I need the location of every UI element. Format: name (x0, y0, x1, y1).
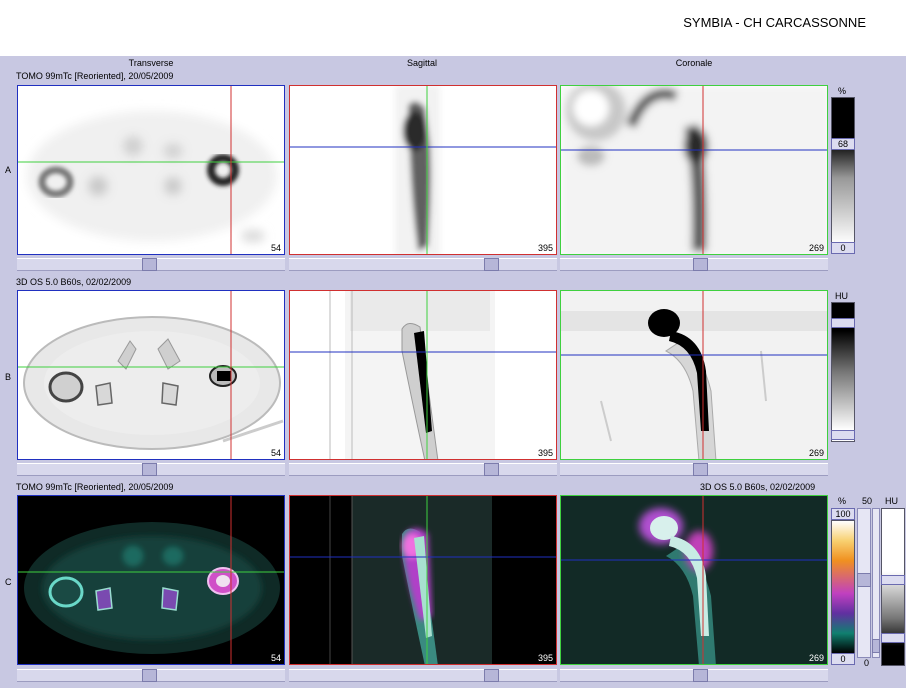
column-label-sagittal: Sagittal (406, 58, 438, 68)
slice-number: 395 (537, 243, 553, 253)
slice-number: 269 (808, 653, 824, 663)
colorbar-c-min[interactable]: 0 (831, 653, 855, 665)
slice-number: 54 (270, 448, 281, 458)
colorbar-a-level[interactable]: 68 (831, 138, 855, 150)
nm-sagittal-image (290, 86, 556, 254)
slider-a-sagittal[interactable] (289, 258, 557, 271)
slider-thumb[interactable] (142, 258, 157, 271)
header-bar: SYMBIA - CH CARCASSONNE (0, 0, 906, 56)
column-label-coronal: Coronale (675, 58, 713, 68)
blend-min: 0 (864, 658, 870, 668)
row-c-series-info-right: 3D OS 5.0 B60s, 02/02/2009 (700, 482, 816, 492)
colorbar-c-ct-lower-handle[interactable] (881, 633, 905, 643)
column-label-transverse: Transverse (128, 58, 174, 68)
slider-thumb[interactable] (142, 669, 157, 682)
row-a-label: A (5, 165, 12, 175)
slider-c-transverse[interactable] (17, 669, 285, 682)
viewport-c-transverse[interactable]: 54 (17, 495, 285, 665)
slider-thumb[interactable] (693, 463, 708, 476)
slider-b-transverse[interactable] (17, 463, 285, 476)
blend-slider-secondary[interactable] (872, 508, 880, 658)
slider-thumb[interactable] (693, 258, 708, 271)
slice-number: 54 (270, 243, 281, 253)
colorbar-b-lower-handle[interactable] (831, 430, 855, 440)
blend-slider-secondary-thumb[interactable] (872, 639, 880, 653)
colorbar-a-min[interactable]: 0 (831, 242, 855, 254)
slider-thumb[interactable] (484, 463, 499, 476)
colorbar-a-unit: % (838, 86, 847, 96)
viewport-c-sagittal[interactable]: 395 (289, 495, 557, 665)
row-b-series-info: 3D OS 5.0 B60s, 02/02/2009 (16, 277, 132, 287)
colorbar-c-ct-unit: HU (885, 496, 898, 506)
slice-number: 54 (270, 653, 281, 663)
viewport-a-transverse[interactable]: 54 (17, 85, 285, 255)
slider-b-coronal[interactable] (560, 463, 828, 476)
slider-a-transverse[interactable] (17, 258, 285, 271)
viewport-c-coronal[interactable]: 269 (560, 495, 828, 665)
slider-thumb[interactable] (484, 669, 499, 682)
fusion-coronal-image (561, 496, 827, 664)
slider-c-coronal[interactable] (560, 669, 828, 682)
slider-thumb[interactable] (142, 463, 157, 476)
blend-slider-thumb[interactable] (857, 573, 871, 587)
colorbar-c-max[interactable]: 100 (831, 508, 855, 520)
fusion-sagittal-image (290, 496, 556, 664)
fusion-transverse-image (18, 496, 284, 664)
colorbar-b-upper-handle[interactable] (831, 318, 855, 328)
nm-transverse-image (18, 86, 284, 254)
colorbar-c-ct-upper-handle[interactable] (881, 575, 905, 585)
slider-thumb[interactable] (484, 258, 499, 271)
viewport-a-coronal[interactable]: 269 (560, 85, 828, 255)
ct-sagittal-image (290, 291, 556, 459)
colorbar-c[interactable] (831, 520, 855, 654)
row-a-series-info: TOMO 99mTc [Reoriented], 20/05/2009 (16, 71, 174, 81)
slice-number: 395 (537, 653, 553, 663)
slice-number: 269 (808, 448, 824, 458)
ct-coronal-image (561, 291, 827, 459)
nm-coronal-image (561, 86, 827, 254)
viewport-b-transverse[interactable]: 54 (17, 290, 285, 460)
colorbar-b-unit: HU (835, 291, 848, 301)
ct-transverse-image (18, 291, 284, 459)
slider-thumb[interactable] (693, 669, 708, 682)
viewport-b-coronal[interactable]: 269 (560, 290, 828, 460)
viewport-a-sagittal[interactable]: 395 (289, 85, 557, 255)
slider-c-sagittal[interactable] (289, 669, 557, 682)
blend-slider[interactable] (857, 508, 871, 658)
site-title: SYMBIA - CH CARCASSONNE (683, 15, 866, 30)
row-c-series-info-left: TOMO 99mTc [Reoriented], 20/05/2009 (16, 482, 174, 492)
slice-number: 395 (537, 448, 553, 458)
colorbar-c-unit: % (838, 496, 847, 506)
colorbar-a[interactable] (831, 97, 855, 245)
slice-number: 269 (808, 243, 824, 253)
blend-value: 50 (862, 496, 873, 506)
slider-a-coronal[interactable] (560, 258, 828, 271)
viewport-b-sagittal[interactable]: 395 (289, 290, 557, 460)
row-b-label: B (5, 372, 12, 382)
row-c-label: C (5, 577, 12, 587)
slider-b-sagittal[interactable] (289, 463, 557, 476)
